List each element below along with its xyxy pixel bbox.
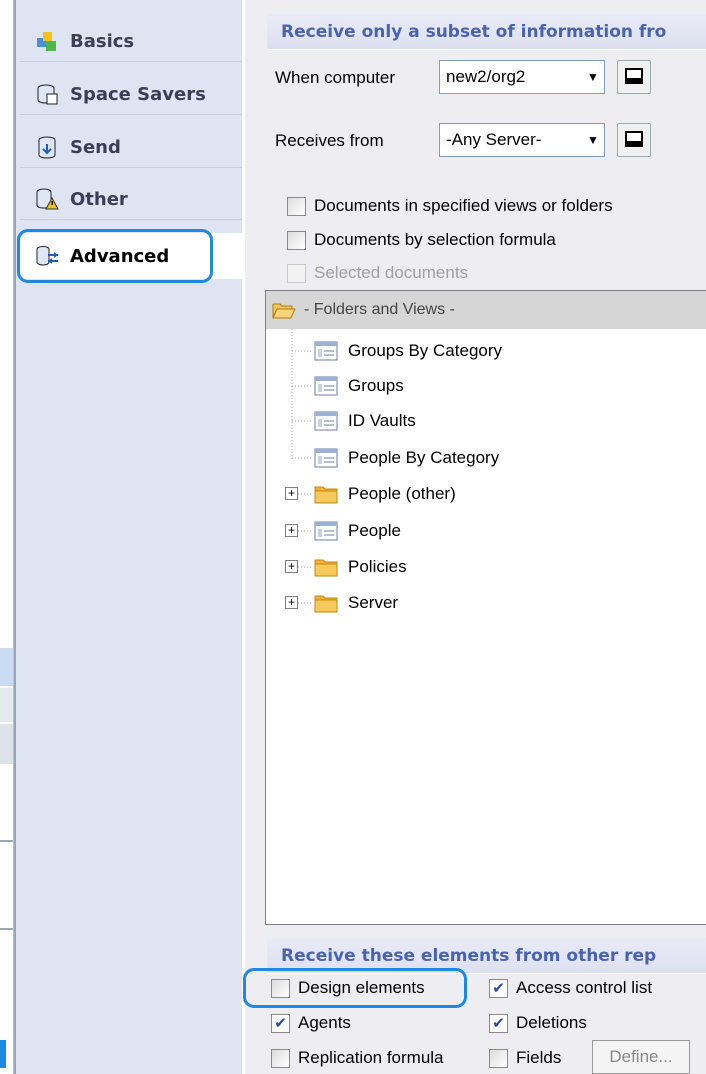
view-icon — [314, 341, 338, 361]
when-computer-picker-button[interactable] — [617, 60, 651, 94]
chevron-down-icon: ▼ — [587, 133, 599, 147]
checkbox-label: Documents in specified views or folders — [314, 196, 613, 215]
settings-panel: Receive only a subset of information fro… — [244, 0, 706, 1074]
view-icon — [314, 376, 338, 396]
tab-other[interactable]: Other — [20, 180, 242, 220]
chevron-down-icon: ▼ — [587, 70, 599, 84]
when-computer-label: When computer — [275, 68, 395, 87]
expand-toggle[interactable]: + — [285, 524, 298, 537]
receives-from-value: -Any Server- — [446, 130, 542, 149]
checkbox-label: Selected documents — [314, 263, 469, 282]
subset-section-header: Receive only a subset of information fro — [267, 14, 706, 50]
checkbox-label: Access control list — [516, 978, 653, 997]
tree-item-label: Groups By Category — [348, 341, 503, 360]
checkbox-label: Replication formula — [298, 1048, 444, 1067]
tree-item-label: People By Category — [348, 448, 500, 467]
checkbox-label: Documents by selection formula — [314, 230, 556, 249]
send-icon — [38, 136, 56, 159]
receives-from-picker-button[interactable] — [617, 123, 651, 157]
define-button[interactable]: Define... — [592, 1040, 690, 1074]
space-savers-icon — [37, 84, 58, 104]
docs-in-views-checkbox[interactable]: Documents in specified views or folders — [287, 196, 613, 216]
when-computer-select[interactable]: new2/org2 ▼ — [439, 60, 605, 94]
server-picker-icon — [625, 68, 643, 84]
checkbox-box — [287, 230, 306, 250]
check-icon: ✔ — [489, 1013, 508, 1033]
folder-icon — [314, 486, 338, 504]
expand-toggle[interactable]: + — [285, 560, 298, 573]
basics-icon — [37, 31, 56, 51]
tab-column: Basics Space Savers Send Other Advanced — [14, 0, 244, 1074]
tree-item[interactable]: Groups By Category — [314, 333, 502, 369]
tree-item[interactable]: Policies — [314, 549, 407, 585]
tree-item[interactable]: ID Vaults — [314, 403, 416, 439]
tree-item[interactable]: Groups — [314, 368, 404, 404]
highlight-fragment — [0, 1040, 6, 1068]
folders-views-tree[interactable]: - Folders and Views - Groups By Category… — [265, 290, 706, 925]
tree-item-label: People (other) — [348, 484, 456, 503]
advanced-tab-highlight — [17, 229, 213, 283]
view-icon — [314, 411, 338, 431]
tab-label: Basics — [70, 31, 135, 52]
checkbox-label: Deletions — [516, 1013, 587, 1032]
agents-checkbox[interactable]: ✔ Agents — [271, 1013, 351, 1033]
folder-icon — [314, 595, 338, 613]
tree-item[interactable]: People — [314, 513, 401, 549]
server-picker-icon — [625, 131, 643, 147]
receives-from-label: Receives from — [275, 131, 384, 150]
tab-label: Send — [70, 137, 121, 158]
checkbox-label: Agents — [298, 1013, 351, 1032]
tree-item[interactable]: People (other) — [314, 476, 456, 512]
tree-item-label: Policies — [348, 557, 407, 576]
deletions-checkbox[interactable]: ✔ Deletions — [489, 1013, 587, 1033]
tab-space-savers[interactable]: Space Savers — [20, 75, 242, 115]
tab-label: Space Savers — [70, 84, 206, 105]
expand-toggle[interactable]: + — [285, 596, 298, 609]
other-icon — [36, 188, 59, 209]
tree-item-label: ID Vaults — [348, 411, 416, 430]
check-icon: ✔ — [489, 978, 508, 998]
docs-by-formula-checkbox[interactable]: Documents by selection formula — [287, 230, 556, 250]
background-window-strip — [0, 0, 14, 1074]
checkbox-box — [287, 263, 306, 283]
checkbox-box — [489, 1048, 508, 1068]
access-control-list-checkbox[interactable]: ✔ Access control list — [489, 978, 652, 998]
check-icon: ✔ — [271, 1013, 290, 1033]
tree-item[interactable]: People By Category — [314, 440, 499, 476]
tree-item-label: Server — [348, 593, 399, 612]
selected-documents-checkbox[interactable]: Selected documents — [287, 263, 468, 283]
tab-label: Other — [70, 189, 128, 210]
view-icon — [314, 448, 338, 468]
expand-toggle[interactable]: + — [285, 487, 298, 500]
receives-from-select[interactable]: -Any Server- ▼ — [439, 123, 605, 157]
tree-item-label: People — [348, 521, 401, 540]
view-icon — [314, 521, 338, 541]
checkbox-label: Fields — [516, 1048, 562, 1067]
tab-send[interactable]: Send — [20, 128, 242, 168]
design-elements-highlight — [243, 968, 467, 1008]
tab-basics[interactable]: Basics — [20, 22, 242, 62]
fields-checkbox[interactable]: Fields — [489, 1048, 561, 1068]
tree-item[interactable]: Server — [314, 585, 398, 621]
folder-icon — [314, 559, 338, 577]
replication-formula-checkbox[interactable]: Replication formula — [271, 1048, 444, 1068]
tree-item-label: Groups — [348, 376, 404, 395]
checkbox-box — [287, 196, 306, 216]
checkbox-box — [271, 1048, 290, 1068]
when-computer-value: new2/org2 — [446, 67, 526, 86]
